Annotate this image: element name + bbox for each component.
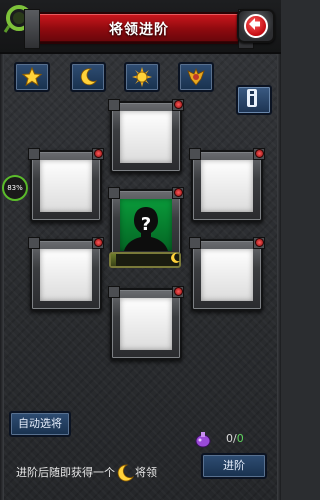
slot-empty	[201, 249, 253, 301]
general-level-bar	[109, 252, 181, 268]
crest-icon	[187, 67, 205, 86]
advance-button[interactable]: 进阶	[201, 453, 267, 479]
hint-text-after: 将领	[135, 466, 157, 479]
info-icon	[247, 89, 257, 107]
general-slot-center[interactable]: ?	[108, 187, 184, 261]
moon-rank-icon	[171, 252, 180, 263]
material-slot-lower-left[interactable]	[28, 237, 104, 311]
count-required: 0	[236, 432, 244, 445]
info-button[interactable]	[236, 85, 272, 115]
material-slot-upper-left[interactable]	[28, 148, 104, 222]
moon-filter-button[interactable]	[70, 62, 106, 92]
material-slot-bottom[interactable]	[108, 286, 184, 360]
sun-filter-button[interactable]	[124, 62, 160, 92]
potion-icon	[194, 430, 212, 448]
frame-edge-left	[0, 0, 4, 500]
slot-empty	[40, 249, 92, 301]
slot-empty	[120, 111, 172, 163]
slot-alert-dot	[94, 149, 103, 158]
svg-text:?: ?	[141, 214, 151, 235]
slot-alert-dot	[174, 188, 183, 197]
moon-rank-icon	[115, 464, 135, 482]
slot-alert-dot	[174, 287, 183, 296]
advance-hint: 进阶后随即获得一个 将领	[16, 464, 157, 482]
material-slot-upper-right[interactable]	[189, 148, 265, 222]
moon-icon	[80, 68, 97, 86]
material-count: 0/0	[226, 432, 244, 445]
slot-empty	[40, 160, 92, 212]
sun-icon	[132, 67, 152, 87]
slot-alert-dot	[255, 149, 264, 158]
back-button[interactable]	[237, 9, 275, 43]
slot-empty	[201, 160, 253, 212]
slot-empty	[120, 298, 172, 350]
material-slot-lower-right[interactable]	[189, 237, 265, 311]
hint-text-before: 进阶后随即获得一个	[16, 466, 115, 479]
title-banner: 将领进阶	[24, 9, 254, 49]
star-filter-button[interactable]	[14, 62, 50, 92]
side-progress-indicator: 83%	[2, 175, 28, 201]
count-current: 0	[226, 432, 233, 445]
star-icon	[22, 67, 42, 87]
material-slot-top[interactable]	[108, 99, 184, 173]
back-arrow-icon	[244, 14, 268, 38]
auto-select-button[interactable]: 自动选将	[9, 411, 71, 437]
slot-alert-dot	[94, 238, 103, 247]
page-title: 将领进阶	[109, 22, 169, 38]
unknown-general-icon: ?	[120, 199, 172, 251]
crest-filter-button[interactable]	[178, 62, 214, 92]
slot-alert-dot	[255, 238, 264, 247]
level-bar-fill	[111, 254, 117, 266]
slot-alert-dot	[174, 100, 183, 109]
frame-edge-right	[277, 0, 281, 500]
header-bar: 将领进阶	[0, 0, 281, 54]
